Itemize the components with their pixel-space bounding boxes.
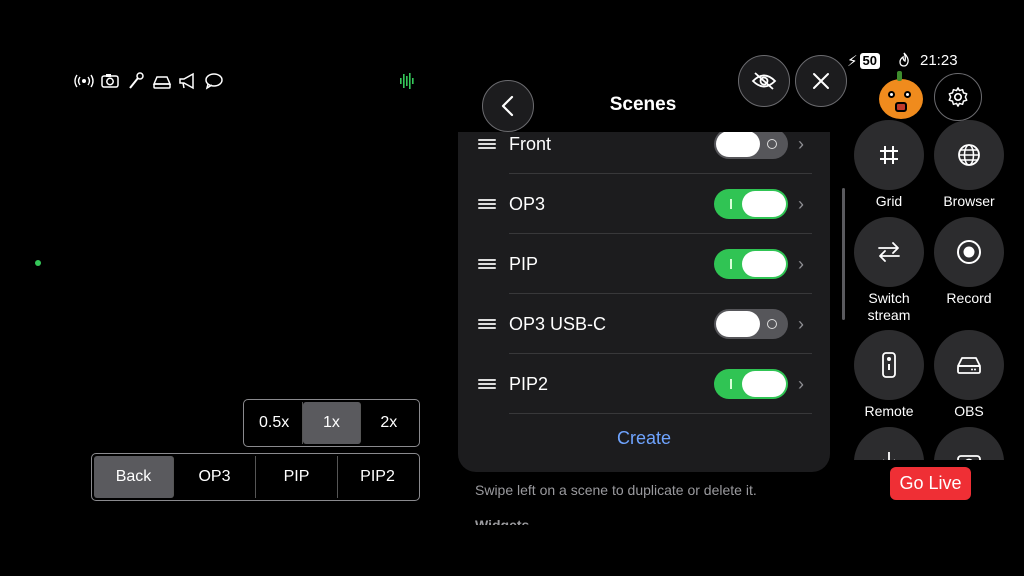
zoom-option-0.5x[interactable]: 0.5x (246, 402, 304, 444)
top-status-icons (74, 72, 224, 90)
browser-button[interactable]: Browser (933, 120, 1005, 210)
scene-row[interactable]: PIP › (458, 234, 830, 294)
focus-indicator-dot (35, 260, 41, 266)
chevron-right-icon[interactable]: › (798, 134, 804, 155)
scene-name: PIP2 (509, 373, 549, 394)
scene-row[interactable]: Front › (458, 132, 830, 174)
globe-icon (958, 144, 980, 166)
chat-icon (205, 73, 223, 90)
clock: 21:23 (920, 52, 958, 69)
remote-button[interactable]: Remote (853, 330, 925, 420)
pumpkin-avatar-icon[interactable] (879, 71, 923, 119)
chevron-right-icon[interactable]: › (798, 254, 804, 275)
zoom-selector: 0.5x 1x 2x (243, 399, 420, 447)
grid-icon (880, 146, 898, 164)
camera-icon (101, 74, 119, 88)
back-button[interactable] (482, 80, 534, 132)
camera-button[interactable] (933, 427, 1005, 460)
broadcast-icon (74, 74, 94, 88)
scrollbar[interactable] (842, 188, 845, 320)
charging-bolt-icon: ⚡ (847, 53, 858, 70)
record-button[interactable]: Record (933, 217, 1005, 307)
grid-button[interactable]: Grid (853, 120, 925, 210)
quick-button-label: Grid (875, 193, 903, 209)
divider (509, 413, 812, 414)
create-scene-button[interactable]: Create (458, 428, 830, 449)
hide-controls-button[interactable] (738, 55, 790, 107)
scene-toggle[interactable] (714, 249, 788, 279)
drag-handle-icon[interactable] (478, 197, 496, 211)
gear-icon (948, 87, 968, 107)
drag-handle-icon[interactable] (478, 317, 496, 331)
download-button[interactable] (853, 427, 925, 460)
obs-button[interactable]: OBS (933, 330, 1005, 420)
obs-icon (957, 357, 981, 374)
switch-arrows-icon (878, 242, 900, 262)
drag-handle-icon[interactable] (478, 377, 496, 391)
eye-slash-icon (751, 72, 777, 90)
chevron-left-icon (501, 95, 514, 117)
microphone-icon (129, 72, 144, 89)
megaphone-icon (179, 72, 194, 90)
scene-name: OP3 (509, 193, 546, 214)
close-icon (813, 73, 829, 89)
quick-button-label: Switch stream (867, 290, 911, 323)
scene-option-pip[interactable]: PIP (256, 456, 338, 498)
switch-stream-button[interactable]: Switch stream (853, 217, 925, 324)
camera-icon (957, 455, 981, 460)
scene-toggle[interactable] (714, 132, 788, 159)
remote-icon (882, 352, 896, 378)
quick-button-label: OBS (954, 403, 984, 419)
next-section-heading: Widgets (475, 517, 530, 525)
battery-indicator: ⚡ 50 (847, 52, 881, 70)
bitrate-icon (152, 76, 172, 89)
zoom-option-2x[interactable]: 2x (361, 402, 417, 444)
scene-list: Front › OP3 › PIP › OP3 USB-C › PIP2 › C… (458, 132, 830, 472)
quick-button-label: Record (946, 290, 992, 306)
thermal-flame-icon (898, 52, 910, 70)
chevron-right-icon[interactable]: › (798, 314, 804, 335)
chevron-right-icon[interactable]: › (798, 194, 804, 215)
drag-handle-icon[interactable] (478, 137, 496, 151)
scene-name: OP3 USB-C (509, 313, 607, 334)
go-live-button[interactable]: Go Live (890, 467, 971, 500)
record-icon (957, 240, 981, 264)
panel-title: Scenes (609, 94, 677, 115)
scene-option-op3[interactable]: OP3 (174, 456, 256, 498)
zoom-option-1x[interactable]: 1x (303, 402, 361, 444)
scene-row[interactable]: OP3 › (458, 174, 830, 234)
scene-option-back[interactable]: Back (94, 456, 174, 498)
settings-button[interactable] (934, 73, 982, 121)
battery-level: 50 (859, 53, 881, 69)
scene-toggle[interactable] (714, 189, 788, 219)
quick-buttons-grid: Grid Browser Switch stream Record Remote… (850, 120, 1024, 460)
audio-level-icon (400, 73, 414, 89)
scene-row[interactable]: PIP2 › (458, 354, 830, 414)
scene-name: Front (509, 133, 552, 154)
scene-name: PIP (509, 253, 539, 274)
quick-button-label: Remote (864, 403, 914, 419)
close-button[interactable] (795, 55, 847, 107)
chevron-right-icon[interactable]: › (798, 374, 804, 395)
scene-hint-text: Swipe left on a scene to duplicate or de… (475, 482, 757, 498)
drag-handle-icon[interactable] (478, 257, 496, 271)
scene-toggle[interactable] (714, 369, 788, 399)
scene-option-pip2[interactable]: PIP2 (338, 456, 417, 498)
quick-button-label: Browser (943, 193, 995, 209)
download-icon (883, 452, 895, 460)
scene-selector: Back OP3 PIP PIP2 (91, 453, 420, 501)
scene-row[interactable]: OP3 USB-C › (458, 294, 830, 354)
scene-toggle[interactable] (714, 309, 788, 339)
